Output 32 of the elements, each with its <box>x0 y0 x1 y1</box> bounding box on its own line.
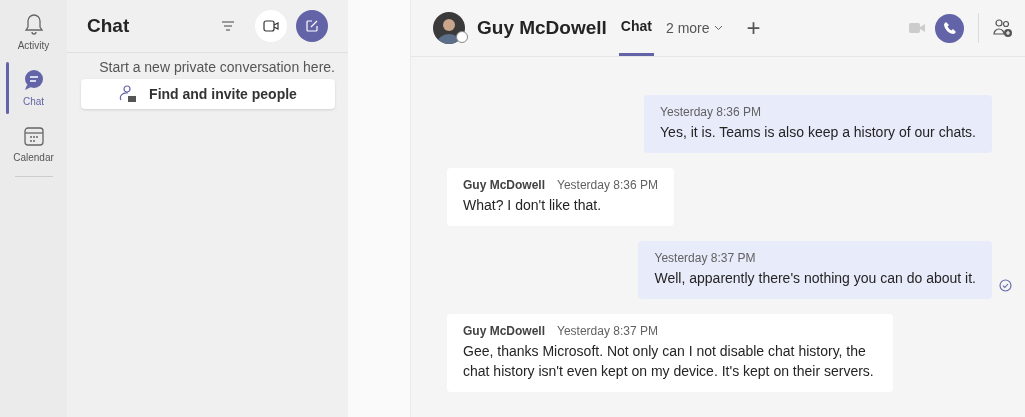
rail-item[interactable]: Calendar <box>0 116 67 172</box>
author-name: Guy McDowell <box>463 323 545 339</box>
contact-name: Guy McDowell <box>477 15 607 40</box>
message-text: Well, apparently there's nothing you can do about it. <box>654 269 976 288</box>
timestamp: Yesterday 8:37 PM <box>654 250 756 266</box>
timestamp: Yesterday 8:37 PM <box>557 323 658 339</box>
timestamp: Yesterday 8:36 PM <box>660 104 761 120</box>
phone-icon <box>942 21 957 35</box>
filter-icon[interactable] <box>221 20 235 32</box>
chevron-down-icon <box>713 25 723 31</box>
hint-text: Start a new private conversation here. <box>99 58 335 76</box>
new-chat-button[interactable] <box>296 10 328 42</box>
message-text: What? I don't like that. <box>463 196 603 215</box>
presence-icon <box>456 31 468 43</box>
compose-icon <box>305 19 319 33</box>
avatar[interactable] <box>433 12 465 44</box>
message-text: Yes, it is. Teams is also keep a history of our chats. <box>660 123 976 142</box>
panel-title: Chat <box>87 13 130 38</box>
add-tab-button[interactable]: + <box>746 16 761 40</box>
video-camera-icon <box>263 20 279 32</box>
add-people-icon[interactable] <box>993 18 1013 38</box>
author-name: Guy McDowell <box>463 177 545 193</box>
timestamp: Yesterday 8:36 PM <box>557 177 658 193</box>
find-people-button[interactable]: Find and invite people <box>81 79 335 109</box>
person-mail-icon <box>119 85 138 103</box>
video-call-button[interactable] <box>255 10 287 42</box>
message-text: Gee, thanks Microsoft. Not only can I not disable chat history, the chat history isn't even kept on my device. It's kept on their servers. <box>463 342 875 381</box>
call-button[interactable] <box>935 13 964 43</box>
rail-item[interactable]: Activity <box>0 4 67 60</box>
more-tabs-button[interactable]: 2 more <box>666 17 723 39</box>
tab[interactable]: Chat <box>618 0 654 56</box>
rail-item[interactable]: Chat <box>0 60 67 116</box>
